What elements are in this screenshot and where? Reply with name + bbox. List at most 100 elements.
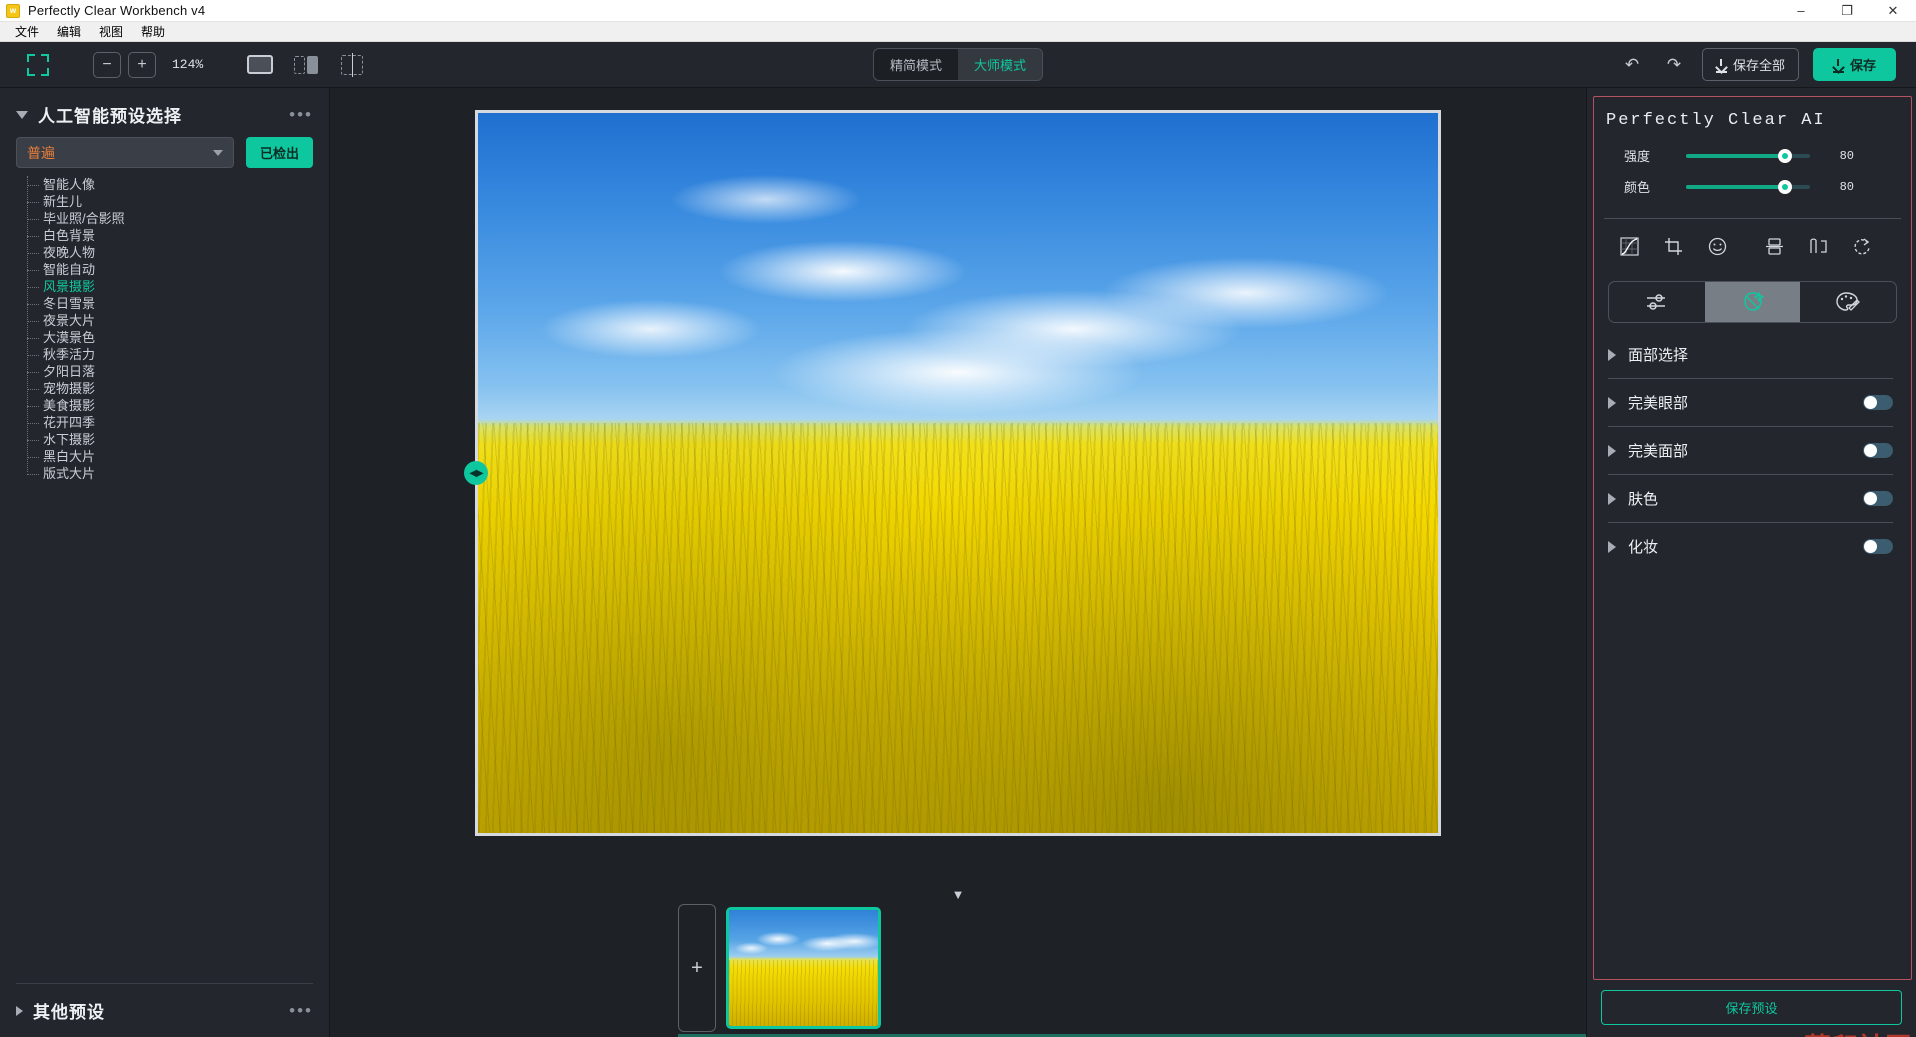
chevron-down-icon — [16, 111, 28, 119]
toggle-skin-tone[interactable] — [1863, 491, 1893, 506]
compare-slider-handle[interactable]: ◀▶ — [464, 461, 488, 485]
tab-simple-mode[interactable]: 精简模式 — [874, 49, 958, 80]
list-item[interactable]: 黑白大片 — [27, 448, 329, 465]
list-item[interactable]: 冬日雪景 — [27, 295, 329, 312]
crop-icon[interactable] — [1658, 233, 1688, 259]
curves-icon[interactable] — [1614, 233, 1644, 259]
tree-item-label: 大漠景色 — [43, 331, 95, 344]
list-item[interactable]: 宠物摄影 — [27, 380, 329, 397]
flip-horizontal-icon[interactable] — [1803, 233, 1833, 259]
add-image-button[interactable]: + — [678, 904, 716, 1032]
menu-edit[interactable]: 编辑 — [48, 22, 90, 42]
accordion-label: 肤色 — [1628, 488, 1658, 509]
save-preset-wrap: 保存预设 — [1587, 980, 1916, 1037]
list-item[interactable]: 花开四季 — [27, 414, 329, 431]
color-slider[interactable] — [1686, 185, 1810, 189]
redo-icon[interactable]: ↷ — [1660, 51, 1688, 79]
toggle-makeup[interactable] — [1863, 539, 1893, 554]
rotate-icon[interactable] — [1847, 233, 1877, 259]
list-item[interactable]: 秋季活力 — [27, 346, 329, 363]
ai-preset-section-header[interactable]: 人工智能预设选择 ••• — [0, 88, 329, 137]
tree-item-label: 美食摄影 — [43, 399, 95, 412]
list-item[interactable]: 水下摄影 — [27, 431, 329, 448]
photo-frame: ◀▶ — [475, 110, 1441, 836]
color-label: 颜色 — [1624, 177, 1686, 196]
tab-adjustments[interactable] — [1609, 282, 1705, 322]
save-all-label: 保存全部 — [1733, 55, 1785, 74]
tool-icon-row — [1594, 219, 1911, 269]
tab-color-palette[interactable] — [1800, 282, 1896, 322]
list-item[interactable]: 新生儿 — [27, 193, 329, 210]
zoom-in-button[interactable]: + — [128, 52, 156, 78]
chevron-right-icon — [1608, 493, 1616, 505]
app-toolbar: − + 124% 精简模式 大师模式 ↶ ↷ 保存全部 保存 — [0, 42, 1916, 88]
close-button[interactable]: ✕ — [1870, 0, 1916, 21]
list-item[interactable]: 智能人像 — [27, 176, 329, 193]
accordion-perfect-face[interactable]: 完美面部 — [1594, 427, 1911, 474]
menu-file[interactable]: 文件 — [6, 22, 48, 42]
list-item[interactable]: 版式大片 — [27, 465, 329, 482]
toggle-perfect-eyes[interactable] — [1863, 395, 1893, 410]
thumbnail-item[interactable] — [726, 907, 881, 1029]
page-title: 人工智能预设选择 — [38, 102, 182, 127]
accordion-skin-tone[interactable]: 肤色 — [1594, 475, 1911, 522]
menu-view[interactable]: 视图 — [90, 22, 132, 42]
other-presets-section-header[interactable]: 其他预设 ••• — [0, 984, 329, 1037]
tree-item-label: 宠物摄影 — [43, 382, 95, 395]
zoom-controls: − + — [93, 52, 156, 78]
before-after-icon[interactable] — [337, 53, 367, 77]
list-item[interactable]: 大漠景色 — [27, 329, 329, 346]
chevron-right-icon — [1608, 541, 1616, 553]
tree-item-label: 夜晚人物 — [43, 246, 95, 259]
save-button[interactable]: 保存 — [1813, 48, 1896, 81]
accordion-label: 完美眼部 — [1628, 392, 1688, 413]
menu-help[interactable]: 帮助 — [132, 22, 174, 42]
color-value: 80 — [1824, 180, 1854, 194]
tree-item-label: 秋季活力 — [43, 348, 95, 361]
single-view-icon[interactable] — [245, 53, 275, 77]
save-preset-button[interactable]: 保存预设 — [1601, 990, 1902, 1025]
download-icon — [1833, 59, 1844, 71]
tree-item-label: 白色背景 — [43, 229, 95, 242]
tree-item-label: 智能自动 — [43, 263, 95, 276]
undo-icon[interactable]: ↶ — [1618, 51, 1646, 79]
zoom-out-button[interactable]: − — [93, 52, 121, 78]
minimize-button[interactable]: – — [1778, 0, 1824, 21]
tree-item-label: 花开四季 — [43, 416, 95, 429]
preset-dropdown[interactable]: 普遍 — [16, 137, 234, 168]
list-item[interactable]: 智能自动 — [27, 261, 329, 278]
chevron-right-icon — [16, 1006, 23, 1016]
list-item[interactable]: 毕业照/合影照 — [27, 210, 329, 227]
filmstrip: + — [330, 902, 1586, 1034]
strength-slider[interactable] — [1686, 154, 1810, 158]
list-item[interactable]: 夕阳日落 — [27, 363, 329, 380]
list-item[interactable]: 美食摄影 — [27, 397, 329, 414]
tab-master-mode[interactable]: 大师模式 — [958, 49, 1042, 80]
save-all-button[interactable]: 保存全部 — [1702, 48, 1799, 81]
toggle-perfect-face[interactable] — [1863, 443, 1893, 458]
flip-vertical-icon[interactable] — [1759, 233, 1789, 259]
ai-settings-box: Perfectly Clear AI 强度 80 颜色 80 — [1593, 96, 1912, 980]
tree-item-label: 黑白大片 — [43, 450, 95, 463]
list-item[interactable]: 夜景大片 — [27, 312, 329, 329]
strength-label: 强度 — [1624, 146, 1686, 165]
accordion-face-selection[interactable]: 面部选择 — [1594, 331, 1911, 378]
maximize-button[interactable]: ❐ — [1824, 0, 1870, 21]
face-smile-icon[interactable] — [1702, 233, 1732, 259]
list-item[interactable]: 夜晚人物 — [27, 244, 329, 261]
accordion-makeup[interactable]: 化妆 — [1594, 523, 1911, 570]
thumbnail-image — [729, 910, 878, 1026]
list-item-selected[interactable]: 风景摄影 — [27, 278, 329, 295]
tab-ai-face[interactable] — [1705, 282, 1801, 322]
filmstrip-collapse-chevron-icon[interactable]: ▼ — [330, 887, 1586, 902]
other-presets-menu-dots-icon[interactable]: ••• — [289, 1001, 313, 1021]
accordion-perfect-eyes[interactable]: 完美眼部 — [1594, 379, 1911, 426]
section-menu-dots-icon[interactable]: ••• — [289, 105, 313, 125]
main-stage: 人工智能预设选择 ••• 普遍 已检出 智能人像 新生儿 毕业照/合影照 白色背… — [0, 88, 1916, 1037]
preset-selected-value: 普遍 — [27, 143, 55, 163]
chevron-down-icon — [213, 150, 223, 156]
list-item[interactable]: 白色背景 — [27, 227, 329, 244]
split-view-icon[interactable] — [291, 53, 321, 77]
menubar: 文件 编辑 视图 帮助 — [0, 22, 1916, 42]
strength-value: 80 — [1824, 149, 1854, 163]
